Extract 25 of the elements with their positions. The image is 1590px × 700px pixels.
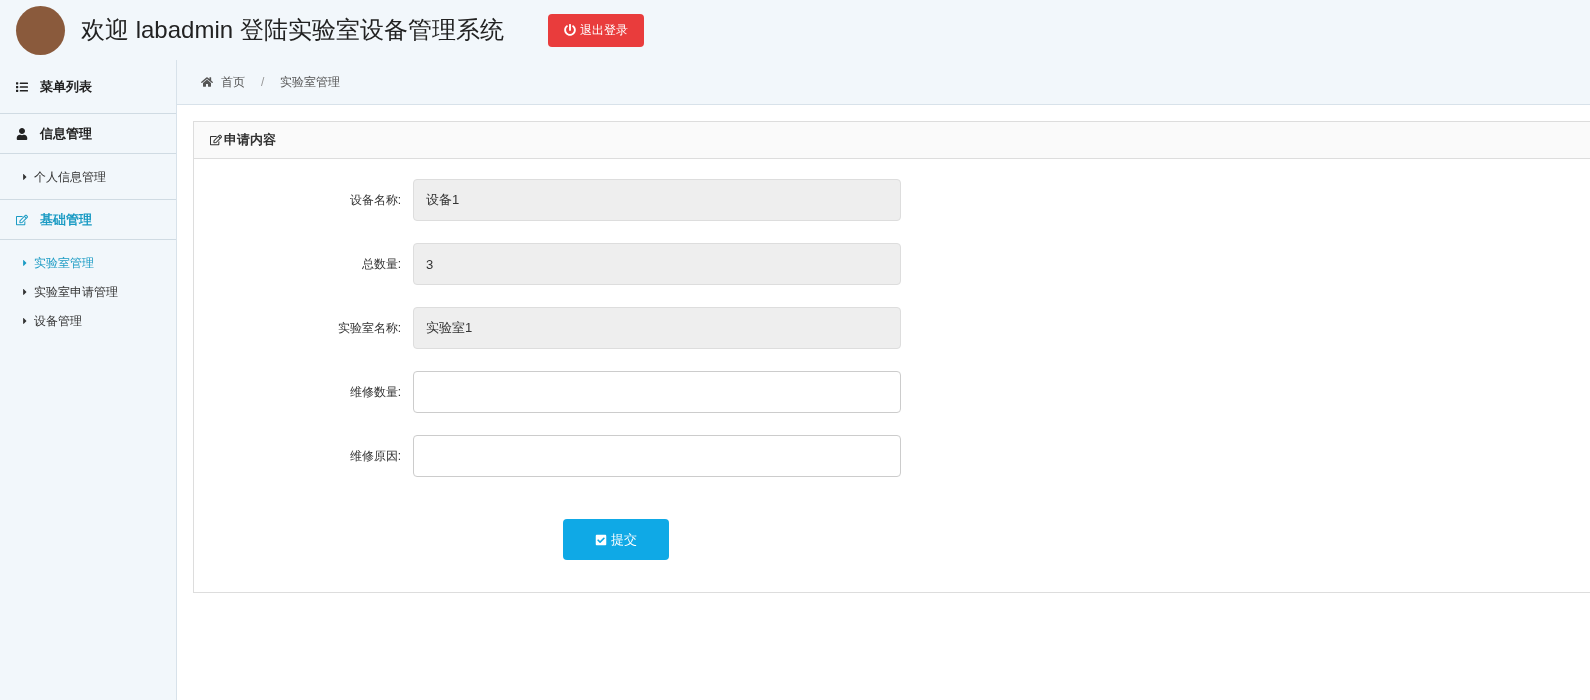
field-label: 设备名称: (348, 192, 402, 209)
menu-item[interactable]: 设备管理 (0, 306, 176, 335)
breadcrumb-link[interactable]: 实验室管理 (280, 73, 341, 91)
field-label: 总数量: (360, 256, 402, 273)
card-title: 申请内容 (224, 131, 276, 150)
field-label: 维修原因: (348, 448, 402, 465)
user-icon (16, 127, 28, 140)
breadcrumb-separator: / (260, 74, 266, 91)
field-label: 维修数量: (348, 384, 402, 401)
edit-icon (210, 134, 222, 146)
menu-group[interactable]: 信息管理 (0, 114, 176, 154)
menu-title: 菜单列表 (40, 77, 92, 96)
power-icon (563, 24, 576, 36)
input-field[interactable] (413, 371, 901, 413)
edit-icon (16, 213, 28, 226)
menu-item[interactable]: 个人信息管理 (0, 162, 176, 191)
menu-item[interactable]: 实验室申请管理 (0, 277, 176, 306)
checkbox-icon (595, 533, 607, 546)
list-icon (16, 80, 28, 93)
home-icon (201, 76, 213, 88)
welcome-title: 欢迎 labadmin 登陆实验室设备管理系统 (81, 15, 504, 45)
breadcrumb-link[interactable]: 首页 (221, 73, 245, 91)
input-field[interactable] (413, 435, 901, 477)
field-label: 实验室名称: (336, 320, 402, 337)
logout-button[interactable]: 退出登录 (547, 13, 644, 47)
